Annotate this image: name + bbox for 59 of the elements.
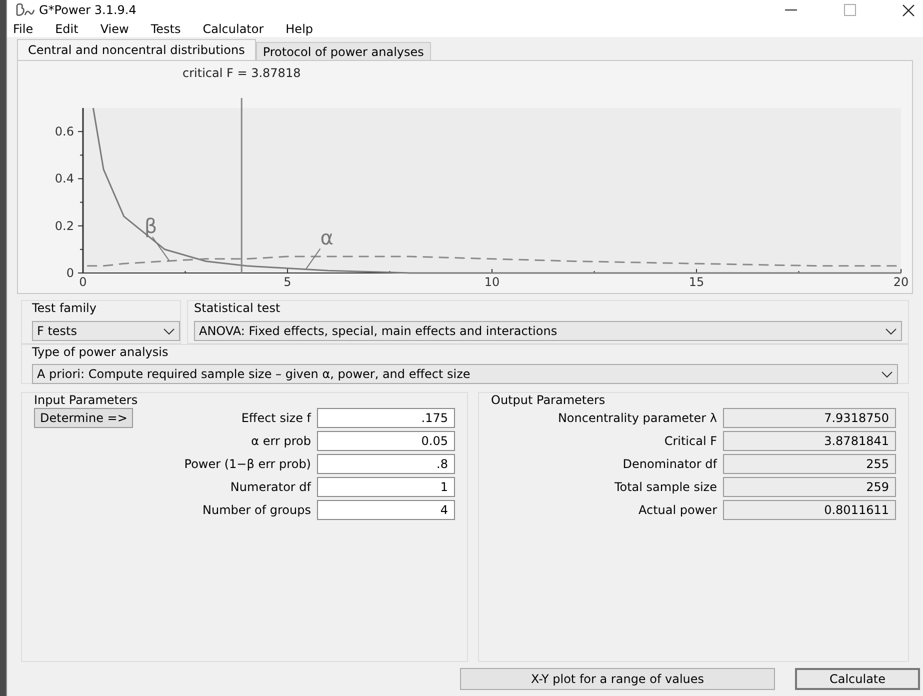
menu-item[interactable]: Edit [51,20,82,38]
statistical-test-dropdown[interactable]: ANOVA: Fixed effects, special, main effects and interactions [194,321,902,341]
close-icon[interactable] [902,4,915,16]
parameter-label: Denominator df [622,456,717,473]
tab[interactable]: Protocol of power analyses [256,42,431,60]
x-tick-label: 10 [484,275,500,289]
input-field[interactable]: 4 [317,500,455,520]
xy-plot-button[interactable]: X-Y plot for a range of values [460,668,775,690]
greek-label: α [320,226,334,250]
caret-icon [163,328,175,334]
group-label: Type of power analysis [32,345,170,359]
menu-item[interactable]: View [96,20,133,38]
y-tick-label: 0.4 [54,172,74,186]
power-analysis-dropdown[interactable]: A priori: Compute required sample size – given α, power, and effect size [32,364,898,384]
menu-item[interactable]: File [9,20,38,38]
group-label: Output Parameters [491,393,606,407]
leader-line [306,248,321,270]
group-label: Test family [32,301,98,315]
determine-button[interactable]: Determine => [34,408,134,428]
app-logo-icon [15,3,35,17]
caret-icon [881,370,893,378]
x-tick-label: 5 [284,275,292,289]
output-field: 259 [723,477,896,497]
parameter-label: Total sample size [614,479,717,496]
output-field: 255 [723,454,896,474]
y-tick-label: 0 [66,266,74,280]
parameter-label: Number of groups [202,502,311,519]
input-field[interactable]: 1 [317,477,455,497]
critical-value-label: critical F = 3.87818 [182,66,301,80]
output-field: 7.9318750 [723,408,896,428]
x-tick-label: 20 [893,275,909,289]
output-field: 3.8781841 [723,431,896,451]
input-field[interactable]: 0.05 [317,431,455,451]
menu-item[interactable]: Calculator [198,20,268,38]
window-title: G*Power 3.1.9.4 [39,2,136,19]
y-tick-label: 0.2 [54,218,74,233]
parameter-label: Power (1−β err prob) [184,456,311,473]
parameter-label: Actual power [638,502,717,519]
parameter-label: α err prob [251,433,311,450]
x-tick-label: 15 [688,275,704,289]
parameter-label: Effect size f [241,410,311,427]
tab[interactable]: Central and noncentral distributions [17,39,256,60]
output-field: 0.8011611 [723,500,896,520]
parameter-label: Noncentrality parameter λ [558,410,717,427]
y-tick-label: 0.6 [54,124,74,139]
group-label: Input Parameters [34,393,139,407]
x-tick-label: 0 [79,275,87,289]
group-label: Statistical test [194,301,282,315]
caret-icon [885,328,897,334]
parameter-label: Critical F [664,433,717,450]
test-family-dropdown[interactable]: F tests [32,321,180,341]
calculate-button[interactable]: Calculate [795,668,920,690]
menu-item[interactable]: Tests [146,20,185,38]
parameter-label: Numerator df [230,479,311,496]
input-field[interactable]: .8 [317,454,455,474]
greek-label: β [144,214,158,238]
input-field[interactable]: .175 [317,408,455,428]
leader-line [152,236,170,262]
menu-item[interactable]: Help [282,20,318,38]
